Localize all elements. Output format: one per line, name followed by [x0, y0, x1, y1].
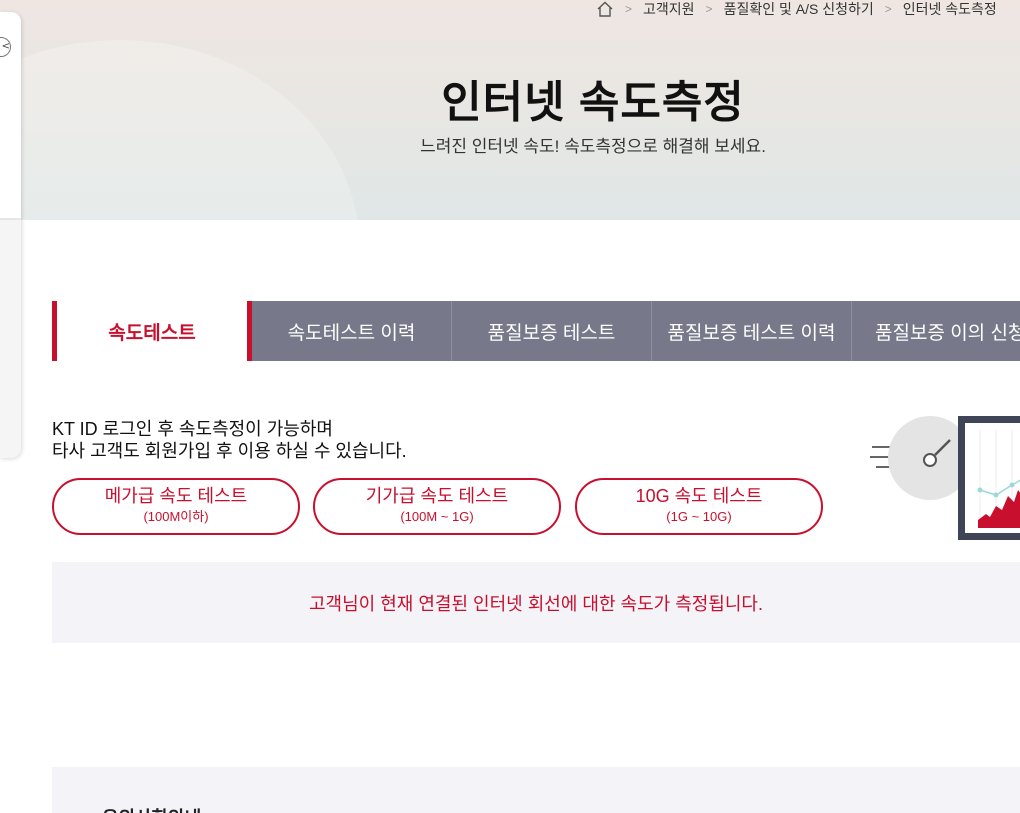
button-sublabel: (100M ~ 1G): [400, 509, 474, 524]
chevron-right-icon: >: [705, 2, 713, 16]
tab-bar: 속도테스트 속도테스트 이력 품질보증 테스트 품질보증 테스트 이력 품질보증…: [52, 301, 1020, 361]
breadcrumb-item-support[interactable]: 고객지원: [643, 0, 695, 19]
home-icon[interactable]: [596, 0, 614, 18]
side-panel-lower: [0, 220, 21, 458]
10g-speed-test-button[interactable]: 10G 속도 테스트 (1G ~ 10G): [575, 478, 823, 535]
info-message: 고객님이 현재 연결된 인터넷 회선에 대한 속도가 측정됩니다.: [308, 593, 763, 614]
hero-banner: > 고객지원 > 품질확인 및 A/S 신청하기 > 인터넷 속도측정 인터넷 …: [0, 0, 1020, 220]
button-label: 기가급 속도 테스트: [365, 486, 509, 506]
breadcrumb: > 고객지원 > 품질확인 및 A/S 신청하기 > 인터넷 속도측정: [596, 0, 997, 18]
tab-quality-objection[interactable]: 품질보증 이의 신청: [852, 301, 1020, 361]
button-sublabel: (100M이하): [143, 509, 209, 524]
notice-section: 유의사항안내: [52, 767, 1020, 813]
panel-toggle-icon[interactable]: <: [0, 37, 11, 57]
tab-speed-test[interactable]: 속도테스트: [52, 301, 252, 361]
button-sublabel: (1G ~ 10G): [666, 509, 732, 524]
page-subtitle: 느려진 인터넷 속도! 속도측정으로 해결해 보세요.: [420, 137, 766, 156]
tab-quality-test[interactable]: 품질보증 테스트: [452, 301, 652, 361]
breadcrumb-item-quality[interactable]: 품질확인 및 A/S 신청하기: [724, 0, 874, 19]
button-label: 10G 속도 테스트: [635, 486, 763, 506]
notice-line-1: KT ID 로그인 후 속도측정이 가능하며: [52, 419, 333, 439]
notice-section-title: 유의사항안내: [102, 804, 201, 813]
notice-line-2: 타사 고객도 회원가입 후 이용 하실 수 있습니다.: [52, 441, 407, 461]
mega-speed-test-button[interactable]: 메가급 속도 테스트 (100M이하): [52, 478, 300, 535]
info-message-box: 고객님이 현재 연결된 인터넷 회선에 대한 속도가 측정됩니다.: [52, 562, 1020, 643]
chevron-right-icon: >: [625, 2, 633, 16]
breadcrumb-item-current: 인터넷 속도측정: [902, 1, 997, 17]
giga-speed-test-button[interactable]: 기가급 속도 테스트 (100M ~ 1G): [313, 478, 561, 535]
page-title: 인터넷 속도측정: [441, 78, 745, 127]
side-panel: <: [0, 12, 21, 458]
button-label: 메가급 속도 테스트: [104, 486, 248, 506]
chevron-right-icon: >: [884, 2, 892, 16]
speed-meter-illustration: [870, 416, 1020, 540]
login-notice: KT ID 로그인 후 속도측정이 가능하며 타사 고객도 회원가입 후 이용 …: [52, 418, 407, 462]
tab-quality-test-history[interactable]: 품질보증 테스트 이력: [652, 301, 852, 361]
tab-speed-test-history[interactable]: 속도테스트 이력: [252, 301, 452, 361]
